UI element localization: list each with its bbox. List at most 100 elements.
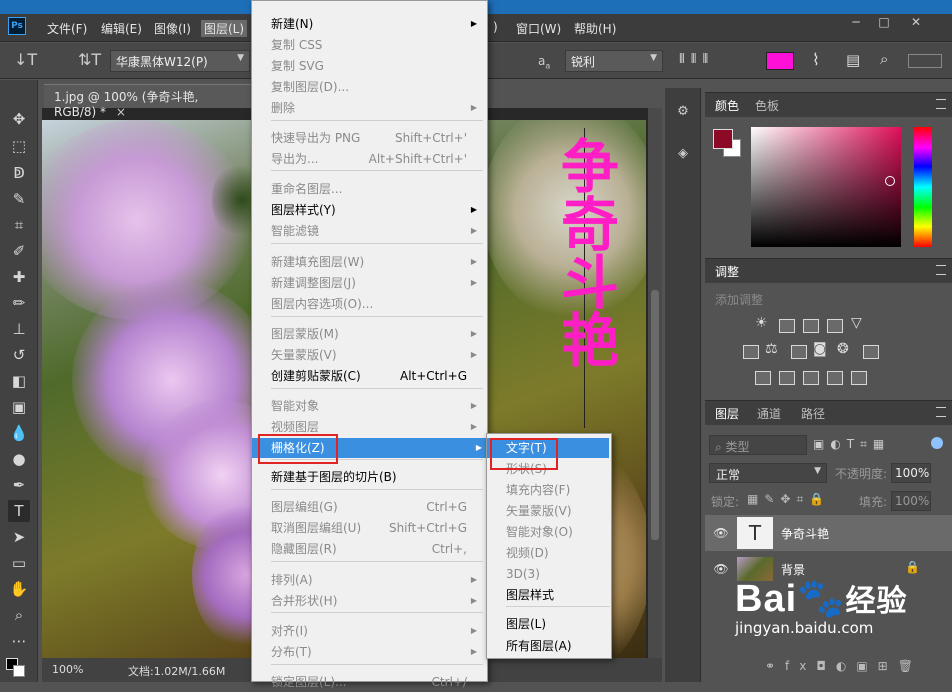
layer-menu-item[interactable]: 隐藏图层(R) Ctrl+, [271,539,481,559]
background-color-swatch[interactable] [13,665,25,677]
document-tab[interactable]: 1.jpg @ 100% (争奇斗艳, RGB/8) * × [44,84,254,119]
posterize-icon[interactable] [779,371,795,385]
curves-icon[interactable] [803,319,819,333]
character-panel-icon[interactable]: ▤ [846,51,860,69]
foreground-color-chip[interactable] [713,129,733,149]
rasterize-menu-item[interactable]: 所有图层(A) [506,636,606,656]
text-orientation-icon[interactable]: ⇅T [78,50,101,69]
headline-text-layer[interactable]: 争奇斗艳 [551,136,622,368]
font-family-select[interactable]: 华康黑体W12(P) ▼ [110,50,250,72]
tab-adjustments[interactable]: 调整 [715,263,739,280]
blur-tool-icon[interactable]: 💧 [8,422,30,444]
menu-file[interactable]: 文件(F) [47,20,87,37]
layer-menu-item[interactable]: 图层编组(G) Ctrl+G [271,497,481,517]
photo-filter-icon[interactable]: ◙ [813,341,827,357]
antialias-select[interactable]: 锐利 ▼ [565,50,663,72]
maximize-button[interactable]: □ [873,15,895,31]
shape-tool-icon[interactable]: ▭ [8,552,30,574]
rasterize-menu-item[interactable]: 填充内容(F) [506,480,606,500]
layer-menu-item[interactable]: 合并形状(H) ▶ [271,591,481,611]
tab-layers[interactable]: 图层 [715,405,739,422]
layer-menu-item[interactable]: 图层内容选项(O)... [271,294,481,314]
brightness-icon[interactable]: ☀ [755,315,768,331]
close-tab-icon[interactable]: × [116,105,126,119]
minimize-button[interactable]: ─ [845,15,867,31]
workspace-switcher[interactable] [908,54,942,68]
rasterize-menu-item[interactable]: 3D(3) [506,564,606,584]
history-panel-icon[interactable]: ⚙ [674,104,692,122]
blend-mode-select[interactable]: 正常 ▼ [709,463,827,483]
quick-select-tool-icon[interactable]: ✎ [8,188,30,210]
crop-tool-icon[interactable]: ⌗ [8,214,30,236]
menu-edit[interactable]: 编辑(E) [101,20,142,37]
layer-menu-item[interactable]: 重命名图层... [271,179,481,199]
eraser-tool-icon[interactable]: ◧ [8,370,30,392]
menu-window[interactable]: 窗口(W) [516,20,561,37]
scrollbar-thumb[interactable] [651,290,659,540]
color-picker-ring[interactable] [885,176,895,186]
marquee-tool-icon[interactable]: ⬚ [8,135,30,157]
zoom-tool-icon[interactable]: ⌕ [8,604,30,626]
layer-filter-select[interactable]: ⌕ 类型 [709,435,807,455]
tool-preset-icon[interactable]: ↓T [14,50,37,69]
eye-icon[interactable]: 👁 [713,526,729,540]
layer-menu-item[interactable]: 删除 ▶ [271,98,481,118]
type-tool-icon[interactable]: T [8,500,30,522]
rasterize-menu-item[interactable]: 图层样式 [506,585,606,605]
more-tools-icon[interactable]: ⋯ [8,630,30,652]
hand-tool-icon[interactable]: ✋ [8,578,30,600]
doc-size-readout[interactable]: 文档:1.02M/1.66M [128,663,225,679]
panel-menu-icon[interactable] [936,407,946,417]
rasterize-menu-item[interactable]: 视频(D) [506,543,606,563]
menu-image[interactable]: 图像(I) [154,20,191,37]
invert-icon[interactable] [755,371,771,385]
dodge-tool-icon[interactable]: ● [8,448,30,470]
fill-input[interactable]: 100% [891,491,931,511]
layer-menu-item[interactable]: 新建(N) ▶ [271,14,481,34]
brush-tool-icon[interactable]: ✏ [8,292,30,314]
layer-menu-item[interactable]: 智能对象 ▶ [271,396,481,416]
threshold-icon[interactable] [803,371,819,385]
layer-menu-item[interactable]: 快速导出为 PNG Shift+Ctrl+' [271,128,481,148]
layer-menu-item[interactable]: 新建调整图层(J) ▶ [271,273,481,293]
hue-slider[interactable] [914,127,932,247]
layer-menu-item[interactable]: 图层蒙版(M) ▶ [271,324,481,344]
align-text-icons[interactable]: ⦀⦀⦀ [679,52,755,70]
move-tool-icon[interactable]: ✥ [8,108,30,130]
opacity-input[interactable]: 100% [891,463,931,483]
rasterize-menu-item[interactable]: 智能对象(O) [506,522,606,542]
layer-menu-item[interactable]: 锁定图层(L)... Ctrl+/ [271,672,481,692]
layer-menu-item[interactable]: 智能滤镜 ▶ [271,221,481,241]
layer-menu-item[interactable]: 矢量蒙版(V) ▶ [271,345,481,365]
selective-color-icon[interactable] [827,371,843,385]
close-button[interactable]: ✕ [905,15,927,31]
gradient-map-icon[interactable] [851,371,867,385]
gradient-tool-icon[interactable]: ▣ [8,396,30,418]
layer-menu-item[interactable]: 复制图层(D)... [271,77,481,97]
hue-saturation-icon[interactable] [743,345,759,359]
layer-menu-item[interactable]: 对齐(I) ▶ [271,621,481,641]
layer-menu-item[interactable]: 图层样式(Y) ▶ [271,200,481,220]
stamp-tool-icon[interactable]: ⊥ [8,318,30,340]
layer-menu-item[interactable]: 新建基于图层的切片(B) [271,467,481,487]
lock-icons[interactable]: ▦✎✥⌗🔒 [747,492,830,507]
layer-menu-item[interactable]: 导出为... Alt+Shift+Ctrl+' [271,149,481,169]
lasso-tool-icon[interactable]: ↁ [8,162,30,184]
pen-tool-icon[interactable]: ✒ [8,474,30,496]
channel-mixer-icon[interactable]: ❂ [837,341,849,357]
search-icon[interactable]: ⌕ [880,50,888,68]
layer-row-text[interactable]: 👁 T 争奇斗艳 [705,515,952,551]
menu-layer[interactable]: 图层(L) [201,20,248,37]
layer-menu-item[interactable]: 取消图层编组(U) Shift+Ctrl+G [271,518,481,538]
menu-help[interactable]: 帮助(H) [574,20,616,37]
3d-panel-icon[interactable]: ◈ [674,146,692,164]
layer-menu-item[interactable]: 新建填充图层(W) ▶ [271,252,481,272]
zoom-readout[interactable]: 100% [52,663,83,676]
levels-icon[interactable] [779,319,795,333]
warp-text-icon[interactable]: ⌇ [812,50,820,69]
history-brush-icon[interactable]: ↺ [8,344,30,366]
color-lookup-icon[interactable] [863,345,879,359]
layer-filter-icons[interactable]: ▣◐T⌗▦ [813,437,890,452]
tab-channels[interactable]: 通道 [757,405,781,422]
tab-swatches[interactable]: 色板 [755,97,779,114]
